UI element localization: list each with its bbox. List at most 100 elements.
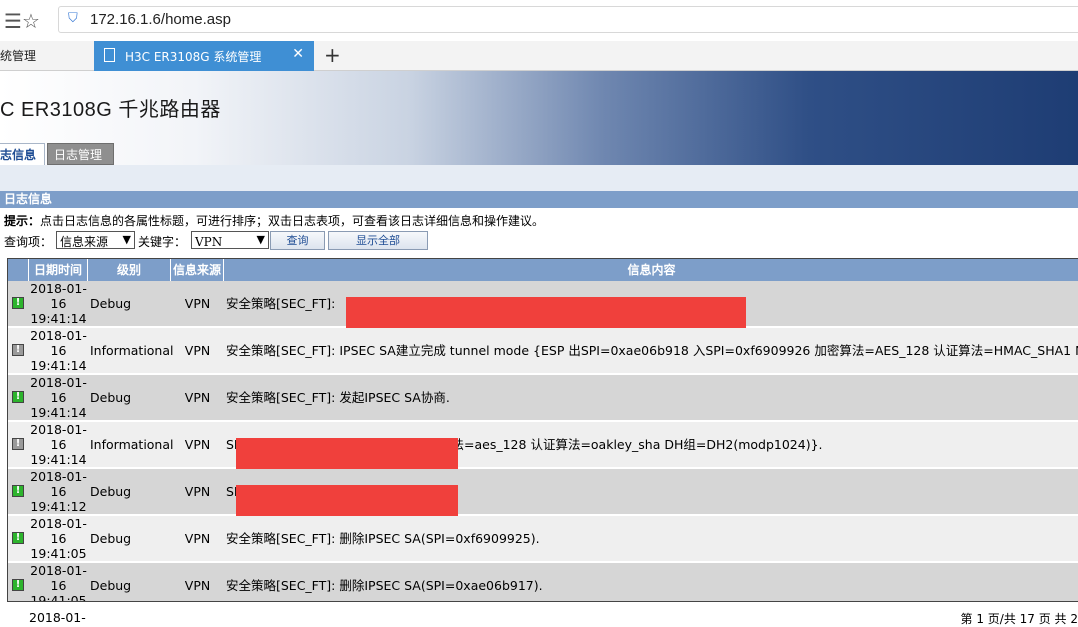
tab-log-management[interactable]: 日志管理 bbox=[47, 143, 114, 165]
row-source: VPN bbox=[184, 296, 211, 311]
row-datetime: 2018-01- 16 19:41:14 bbox=[29, 328, 88, 374]
close-tab-icon[interactable]: ✕ bbox=[292, 46, 304, 62]
content-top-strip bbox=[0, 165, 1078, 191]
alert-icon: ! bbox=[12, 438, 24, 450]
tab-log-info[interactable]: 志信息 bbox=[0, 143, 45, 165]
keyword-select[interactable]: VPN ▼ bbox=[191, 231, 269, 249]
row-message: 安全策略[SEC_FT]: IPSEC SA建立完成 tunnel mode {… bbox=[226, 343, 1078, 358]
shield-icon: ⛉ bbox=[68, 11, 78, 26]
row-icon-cell: ! bbox=[8, 516, 29, 562]
row-level: Debug bbox=[90, 578, 132, 593]
row-message: 安全策略[SEC_FT]: 发起IPSEC SA协商. bbox=[226, 390, 450, 405]
query-field-select[interactable]: 信息来源 ▼ bbox=[56, 231, 135, 249]
day-part: 16 bbox=[50, 531, 67, 546]
table-row[interactable]: ! 2018-01- 16 19:41:05 Debug VPN 安全策略[SEC_FT]:… bbox=[8, 563, 1078, 602]
row-datetime: 2018-01- 16 19:41:05 bbox=[29, 563, 88, 602]
table-row[interactable]: ! 2018-01- 16 19:41:14 Debug VPN 安全策略[SEC_FT]:… bbox=[8, 375, 1078, 421]
row-source: VPN bbox=[184, 531, 211, 546]
query-field-value: 信息来源 bbox=[60, 235, 109, 249]
row-datetime: 2018-01- 16 19:41:14 bbox=[29, 281, 88, 327]
row-source: VPN bbox=[184, 484, 211, 499]
alert-icon: ! bbox=[12, 391, 24, 403]
chevron-down-icon: ▼ bbox=[256, 233, 265, 246]
browser-tab-title: H3C ER3108G 系统管理 bbox=[125, 50, 262, 64]
keyword-value: VPN bbox=[195, 235, 223, 249]
table-row[interactable]: ! 2018-01- 16 19:41:05 Debug VPN 安全策略[SEC_FT]:… bbox=[8, 516, 1078, 562]
date-part: 2018-01- bbox=[30, 563, 87, 578]
pagination-text: 第 1 页/共 17 页 共 2 bbox=[960, 612, 1078, 626]
date-part: 2018-01- bbox=[30, 328, 87, 343]
header-icon-col bbox=[8, 259, 29, 281]
date-part: 2018-01- bbox=[30, 469, 87, 484]
document-icon bbox=[104, 48, 115, 62]
row-message: 安全策略[SEC_FT]: 删除IPSEC SA(SPI=0xf6909925)… bbox=[226, 531, 540, 546]
alert-icon: ! bbox=[12, 485, 24, 497]
time-part: 19:41:05 bbox=[30, 546, 87, 561]
browser-tab-active[interactable]: H3C ER3108G 系统管理 ✕ bbox=[94, 41, 314, 71]
table-row[interactable]: !2018-01-1619:41:12DebugVPN SEC_FT]: 采用主… bbox=[8, 469, 1078, 531]
search-button[interactable]: 查询 bbox=[270, 231, 325, 250]
show-all-button[interactable]: 显示全部 bbox=[328, 231, 428, 250]
time-part: 19:41:14 bbox=[30, 405, 87, 420]
day-part: 16 bbox=[50, 578, 67, 593]
time-part: 19:41:05 bbox=[30, 593, 87, 602]
alert-icon: ! bbox=[12, 297, 24, 309]
row-level: Debug bbox=[90, 484, 132, 499]
header-level[interactable]: 级别 bbox=[88, 259, 171, 281]
log-table: 日期时间 级别 信息来源 信息内容 ! 2018-01- 16 19:41:14 Deb… bbox=[7, 258, 1078, 602]
row-datetime: 2018-01- 16 19:41:14 bbox=[29, 422, 88, 468]
time-part: 19:41:14 bbox=[30, 452, 87, 467]
date-part: 2018-01- bbox=[30, 516, 87, 531]
row-source: VPN bbox=[184, 578, 211, 593]
day-part: 16 bbox=[50, 343, 67, 358]
chevron-down-icon: ▼ bbox=[122, 233, 131, 246]
day-part: 16 bbox=[50, 437, 67, 452]
new-tab-icon[interactable]: + bbox=[324, 43, 341, 67]
row-icon-cell: ! bbox=[8, 281, 29, 327]
router-brand-title: C ER3108G 千兆路由器 bbox=[0, 99, 221, 121]
table-row[interactable]: ! 2018-01- 16 19:41:14 Debug VPN 安全策略[SEC_FT]: bbox=[8, 281, 1078, 343]
query-label: 查询项： bbox=[4, 235, 53, 249]
favorite-star-icon[interactable]: ☆ bbox=[22, 9, 40, 33]
browser-address-bar: ☰ ☆ ⛉ 172.16.1.6/home.asp bbox=[0, 0, 1078, 42]
row-datetime: 2018-01- 16 19:41:14 bbox=[29, 375, 88, 421]
header-datetime[interactable]: 日期时间 bbox=[29, 259, 88, 281]
row-source: VPN bbox=[184, 390, 211, 405]
keyword-label: 关键字： bbox=[138, 235, 187, 249]
row-datetime: 2018-01- 16 19:41:05 bbox=[29, 516, 88, 562]
hint-body: 点击日志信息的各属性标题，可进行排序；双击日志表项，可查看该日志详细信息和操作建… bbox=[40, 214, 545, 228]
time-part: 19:41:12 bbox=[30, 499, 87, 514]
row-datetime: 2018-01- 16 19:41:12 bbox=[29, 469, 88, 515]
table-header: 日期时间 级别 信息来源 信息内容 bbox=[8, 259, 1078, 281]
row-source: VPN bbox=[184, 437, 211, 452]
alert-icon: ! bbox=[12, 344, 24, 356]
row-icon-cell: ! bbox=[8, 328, 29, 374]
day-part: 16 bbox=[50, 296, 67, 311]
router-header: C ER3108G 千兆路由器 志信息 日志管理 bbox=[0, 71, 1078, 165]
row-icon-cell: ! bbox=[8, 469, 29, 515]
browser-tab-previous[interactable]: 统管理 bbox=[0, 47, 36, 64]
row-level: Informational bbox=[90, 343, 174, 358]
time-part: 19:41:14 bbox=[30, 311, 87, 326]
table-row[interactable]: ! 2018-01- 16 19:41:14 Informational VPN SEC_… bbox=[8, 422, 1078, 484]
date-part: 2018-01- bbox=[30, 375, 87, 390]
date-part: 2018-01- bbox=[30, 281, 87, 296]
row-level: Debug bbox=[90, 531, 132, 546]
hint-label: 提示： bbox=[4, 214, 41, 228]
row-level: Debug bbox=[90, 390, 132, 405]
row-icon-cell: ! bbox=[8, 422, 29, 468]
header-message[interactable]: 信息内容 bbox=[224, 259, 1078, 281]
table-footer: 2018-01- 第 1 页/共 17 页 共 2 bbox=[0, 606, 1078, 627]
browser-tab-bar: 统管理 H3C ER3108G 系统管理 ✕ + bbox=[0, 41, 1078, 71]
table-row[interactable]: ! 2018-01- 16 19:41:14 Informational VPN 安全策略[… bbox=[8, 328, 1078, 374]
header-source[interactable]: 信息来源 bbox=[171, 259, 224, 281]
day-part: 16 bbox=[50, 390, 67, 405]
alert-icon: ! bbox=[12, 532, 24, 544]
day-part: 16 bbox=[50, 484, 67, 499]
date-part: 2018-01- bbox=[30, 422, 87, 437]
row-level: Informational bbox=[90, 437, 174, 452]
url-field[interactable]: ⛉ 172.16.1.6/home.asp bbox=[58, 6, 1078, 33]
menu-icon[interactable]: ☰ bbox=[4, 9, 22, 33]
time-part: 19:41:14 bbox=[30, 358, 87, 373]
url-text: 172.16.1.6/home.asp bbox=[90, 11, 231, 28]
